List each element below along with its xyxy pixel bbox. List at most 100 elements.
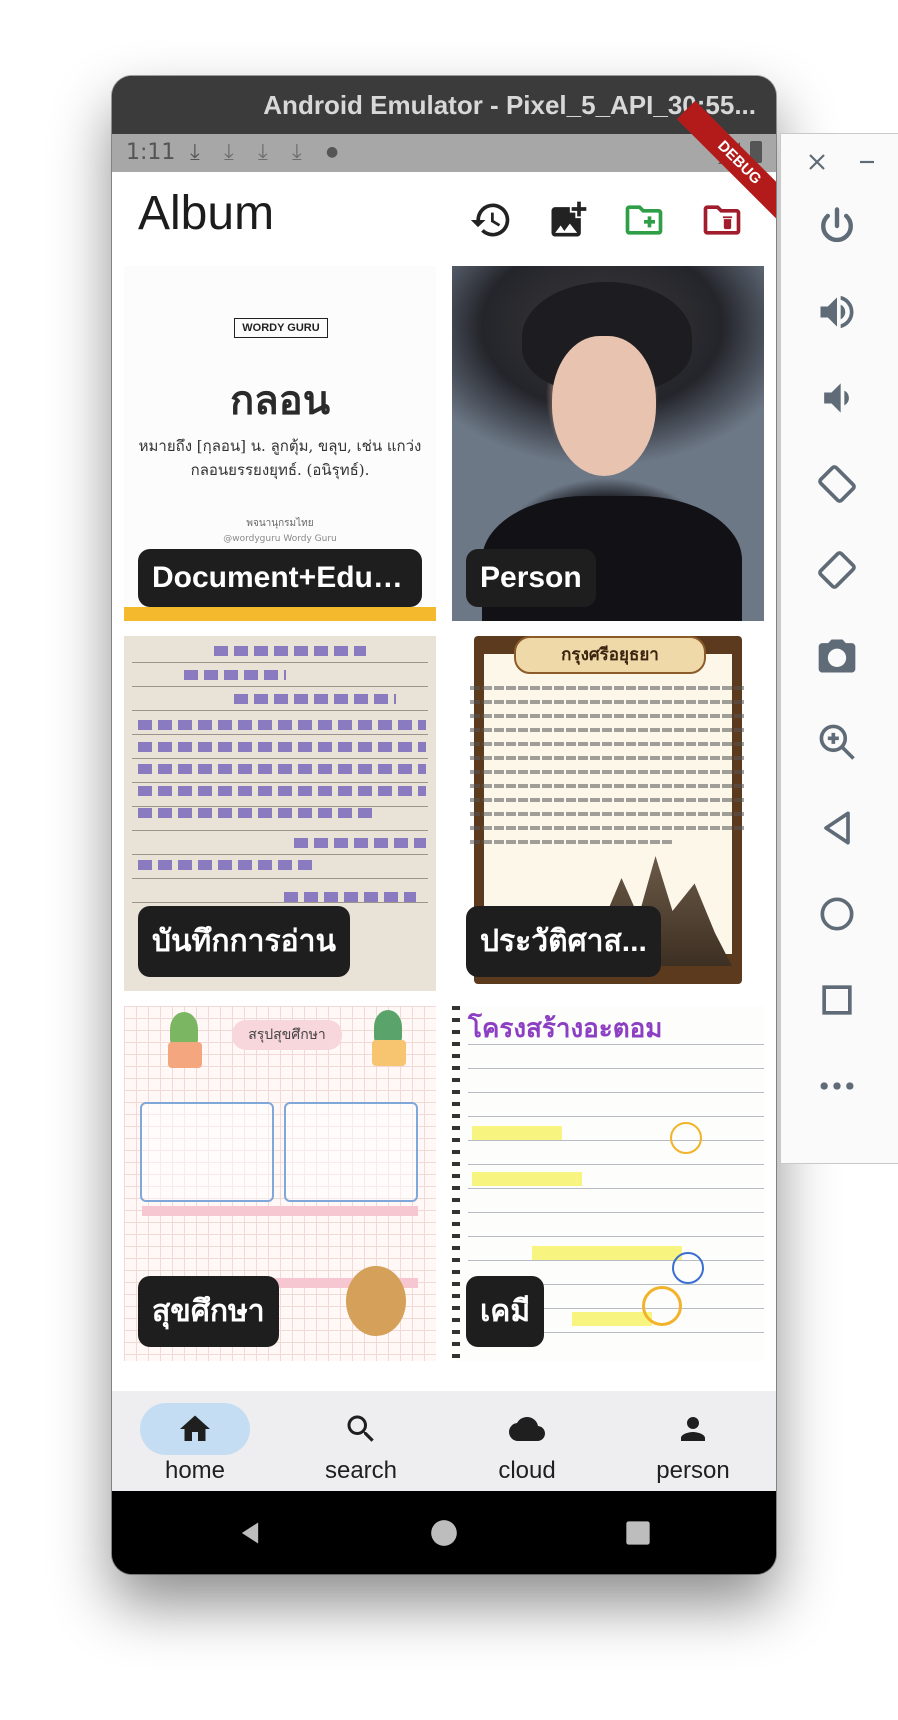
plant-pot: [372, 1040, 406, 1066]
delete-folder-button[interactable]: [700, 198, 744, 242]
handwriting: [138, 860, 316, 870]
ruled-line: [468, 1092, 764, 1093]
highlight: [472, 1126, 562, 1140]
history-icon: [470, 203, 510, 237]
text-line: [470, 756, 746, 760]
volume-up-icon[interactable]: [815, 290, 859, 334]
handwriting: [138, 764, 426, 774]
album-label: เคมี: [466, 1276, 545, 1347]
download-icon: ⤓: [224, 140, 234, 165]
thumb-title: โครงสร้างอะตอม: [468, 1014, 663, 1044]
text-line: [470, 784, 746, 788]
album-card-history[interactable]: กรุงศรีอยุธยา ประวัติศาส...: [452, 636, 764, 991]
note-line: [132, 878, 428, 879]
note-line: [132, 902, 428, 903]
thumb-footer: พจนานุกรมไทย: [246, 518, 314, 529]
history-button[interactable]: [469, 198, 513, 242]
screenshot-icon[interactable]: [815, 634, 859, 678]
note-line: [132, 686, 428, 687]
nav-label: cloud: [498, 1457, 556, 1484]
thumb-title: สรุปสุขศึกษา: [232, 1020, 342, 1050]
album-label: Document+Educ...: [138, 549, 422, 607]
rotate-left-icon[interactable]: [815, 462, 859, 506]
handwriting: [138, 720, 426, 730]
ruled-line: [468, 1212, 764, 1213]
text-line: [470, 798, 746, 802]
app-bar: Album: [112, 172, 776, 266]
handwriting: [214, 646, 366, 656]
text-line: [470, 770, 746, 774]
plant-pot: [168, 1042, 202, 1068]
text-line: [470, 840, 674, 844]
system-nav-bar: [112, 1491, 776, 1574]
home-circle-icon[interactable]: [430, 1519, 458, 1547]
ruled-line: [468, 1140, 764, 1141]
ruled-line: [468, 1260, 764, 1261]
create-folder-icon: [625, 205, 663, 235]
handwriting: [184, 670, 286, 680]
text-line: [470, 826, 746, 830]
window-title: Android Emulator - Pixel_5_API_30:55...: [112, 76, 776, 134]
dot-icon: ●: [326, 144, 339, 160]
album-grid: WORDY GURU กลอน หมายถึง [กฺลอน] น. ลูกตุ…: [112, 266, 776, 1391]
album-label: Person: [466, 549, 596, 607]
thumb-title: กรุงศรีอยุธยา: [514, 636, 706, 674]
album-card-health[interactable]: สรุปสุขศึกษา สุขศึกษา: [124, 1006, 436, 1361]
atom-diagram: [670, 1122, 702, 1154]
back-icon[interactable]: [236, 1519, 264, 1547]
delete-folder-icon: [703, 205, 741, 235]
close-icon[interactable]: [805, 150, 829, 174]
volume-down-icon[interactable]: [815, 376, 859, 420]
atom-diagram: [642, 1286, 682, 1326]
status-time: 1:11: [126, 140, 176, 165]
overview-icon[interactable]: [624, 1519, 652, 1547]
create-folder-button[interactable]: [622, 198, 666, 242]
album-card-reading-notes[interactable]: บันทึกการอ่าน: [124, 636, 436, 991]
note-line: [132, 806, 428, 807]
cloud-icon: [509, 1417, 545, 1441]
minimize-icon[interactable]: [855, 150, 879, 174]
note-line: [132, 758, 428, 759]
home-icon: [180, 1415, 210, 1441]
album-card-chemistry[interactable]: โครงสร้างอะตอม เคมี: [452, 1006, 764, 1361]
squirrel-sticker: [346, 1266, 406, 1336]
download-icon: ⤓: [258, 140, 268, 165]
highlight: [472, 1172, 582, 1186]
text-line: [470, 812, 746, 816]
handwriting: [138, 808, 376, 818]
album-label: ประวัติศาส...: [466, 906, 661, 977]
album-card-person[interactable]: Person: [452, 266, 764, 621]
album-label: สุขศึกษา: [138, 1276, 279, 1347]
emulator-window: Android Emulator - Pixel_5_API_30:55... …: [112, 76, 776, 1574]
note-box: [284, 1102, 418, 1202]
nav-item-home[interactable]: home: [112, 1391, 278, 1491]
ruled-line: [468, 1164, 764, 1165]
text-line: [470, 714, 746, 718]
text-line: [470, 742, 746, 746]
power-icon[interactable]: [815, 204, 859, 248]
thumb-stripe: [124, 607, 436, 621]
emulator-toolbar: [780, 133, 898, 1164]
zoom-icon[interactable]: [815, 720, 859, 764]
thumb-word: กลอน: [229, 378, 331, 424]
nav-item-search[interactable]: search: [278, 1391, 444, 1491]
back-icon[interactable]: [815, 806, 859, 850]
person-icon: [681, 1417, 705, 1441]
thumb-social: @wordyguru Wordy Guru: [223, 534, 337, 544]
more-icon[interactable]: [815, 1064, 859, 1108]
note-line: [132, 830, 428, 831]
note-line: [132, 854, 428, 855]
overview-icon[interactable]: [815, 978, 859, 1022]
page-title: Album: [138, 187, 275, 240]
nav-item-person[interactable]: person: [610, 1391, 776, 1491]
ruled-line: [468, 1188, 764, 1189]
note-line: [132, 710, 428, 711]
album-card-document[interactable]: WORDY GURU กลอน หมายถึง [กฺลอน] น. ลูกตุ…: [124, 266, 436, 621]
add-photo-button[interactable]: [546, 198, 590, 242]
rotate-right-icon[interactable]: [815, 548, 859, 592]
note-line: [132, 662, 428, 663]
nav-item-cloud[interactable]: cloud: [444, 1391, 610, 1491]
note-line: [132, 782, 428, 783]
home-circle-icon[interactable]: [815, 892, 859, 936]
plant-leaf: [170, 1012, 198, 1046]
